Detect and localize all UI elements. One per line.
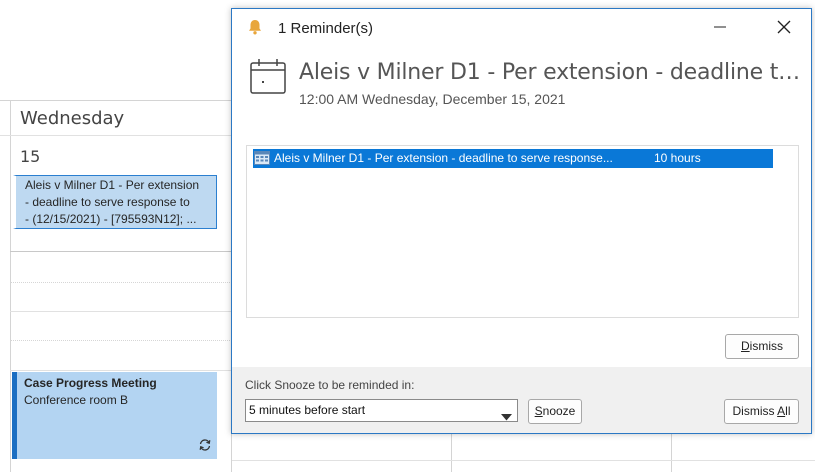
calendar-icon — [249, 57, 287, 98]
event-text-line: - deadline to serve response to — [25, 195, 190, 209]
reminder-datetime: 12:00 AM Wednesday, December 15, 2021 — [299, 91, 566, 107]
minimize-icon — [714, 21, 726, 36]
reminder-list[interactable]: Aleis v Milner D1 - Per extension - dead… — [246, 145, 799, 318]
snooze-prompt: Click Snooze to be reminded in: — [245, 378, 415, 392]
all-day-event[interactable]: Aleis v Milner D1 - Per extension - dead… — [13, 175, 217, 229]
half-hour-line — [10, 340, 232, 341]
header-divider — [0, 100, 232, 101]
dismiss-button[interactable]: Dismiss — [725, 334, 799, 359]
minimize-button[interactable] — [700, 13, 740, 43]
meeting-appointment[interactable]: Case Progress Meeting Conference room B — [12, 372, 217, 459]
hour-line — [10, 370, 232, 371]
reminder-subject: Aleis v Milner D1 - Per extension - dead… — [299, 60, 804, 85]
half-hour-line — [10, 282, 232, 283]
hour-line — [232, 460, 815, 461]
reminder-window[interactable]: 1 Reminder(s) Aleis v Milner D1 - Per ex… — [231, 8, 812, 434]
day-column-divider — [671, 430, 672, 472]
meeting-title: Case Progress Meeting — [24, 376, 157, 390]
dismiss-all-button[interactable]: Dismiss All — [724, 399, 799, 424]
event-text-line: Aleis v Milner D1 - Per extension — [25, 178, 200, 192]
reminder-list-item[interactable]: Aleis v Milner D1 - Per extension - dead… — [253, 149, 773, 168]
time-column-divider — [10, 100, 11, 472]
meeting-location: Conference room B — [24, 393, 129, 407]
snooze-panel: Click Snooze to be reminded in: 5 minute… — [232, 367, 811, 433]
recurring-icon — [198, 438, 212, 456]
header-divider — [0, 135, 232, 136]
reminder-item-due-in: 10 hours — [654, 151, 701, 165]
close-icon — [777, 20, 791, 37]
window-title: 1 Reminder(s) — [278, 20, 374, 37]
appointment-icon — [254, 151, 270, 168]
bell-icon — [246, 18, 264, 39]
meeting-color-stripe — [12, 372, 17, 459]
chevron-down-icon[interactable] — [501, 407, 512, 428]
hour-line — [10, 311, 232, 312]
reminder-item-subject: Aleis v Milner D1 - Per extension - dead… — [274, 151, 613, 165]
all-day-divider — [10, 251, 232, 252]
day-number[interactable]: 15 — [20, 147, 40, 166]
close-button[interactable] — [764, 13, 804, 43]
event-text-line: - (12/15/2021) - [795593N12]; ... — [25, 212, 197, 226]
title-bar[interactable]: 1 Reminder(s) — [232, 9, 811, 47]
snooze-button[interactable]: Snooze — [528, 399, 582, 424]
day-name: Wednesday — [20, 108, 125, 129]
day-column-divider — [451, 430, 452, 472]
snooze-duration-select[interactable]: 5 minutes before start — [245, 399, 518, 422]
snooze-selected-value: 5 minutes before start — [249, 403, 366, 417]
